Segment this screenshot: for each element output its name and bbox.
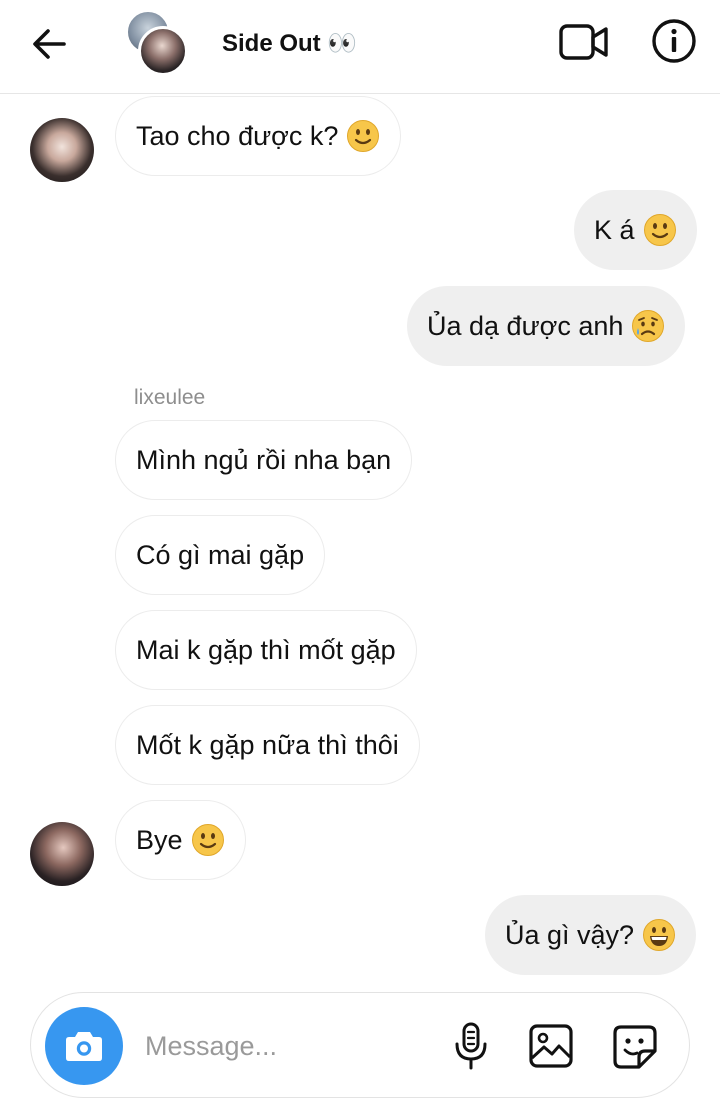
- sticker-icon: [613, 1025, 657, 1069]
- video-camera-icon: [559, 24, 608, 60]
- incoming-message[interactable]: Mốt k gặp nữa thì thôi: [115, 705, 420, 785]
- slightly-smiling-face-icon: [347, 120, 380, 152]
- outgoing-message[interactable]: Ủa dạ được anh: [407, 286, 686, 366]
- sticker-button[interactable]: [611, 1023, 659, 1071]
- gallery-button[interactable]: [528, 1023, 574, 1069]
- chat-title[interactable]: Side Out 👀: [222, 29, 357, 58]
- incoming-message[interactable]: Có gì mai gặp: [115, 515, 326, 595]
- sender-name: lixeulee: [134, 386, 206, 409]
- incoming-message[interactable]: Mình ngủ rồi nha bạn: [115, 420, 413, 500]
- message-text: Mình ngủ rồi nha bạn: [136, 444, 392, 475]
- arrow-left-icon: [33, 29, 66, 59]
- camera-button[interactable]: [45, 1007, 123, 1085]
- slightly-smiling-face-icon: [643, 214, 676, 246]
- group-avatar[interactable]: [124, 10, 190, 76]
- voice-message-button[interactable]: [449, 1021, 493, 1071]
- camera-icon: [66, 1032, 102, 1061]
- video-call-button[interactable]: [558, 20, 610, 64]
- message-text: K á: [594, 214, 635, 245]
- info-button[interactable]: [650, 17, 698, 65]
- message-text: Ủa gì vậy?: [505, 919, 635, 950]
- message-text: Ủa dạ được anh: [427, 310, 624, 341]
- member-avatar-front: [138, 26, 188, 76]
- sender-avatar[interactable]: [30, 118, 94, 182]
- message-input[interactable]: [145, 1023, 435, 1069]
- incoming-message[interactable]: Mai k gặp thì mốt gặp: [115, 610, 417, 690]
- incoming-message[interactable]: Tao cho được k?: [115, 96, 402, 176]
- outgoing-message[interactable]: Ủa gì vậy?: [485, 895, 697, 975]
- grinning-face-icon: [643, 919, 676, 951]
- message-text: Tao cho được k?: [136, 120, 339, 151]
- sad-but-relieved-face-icon: [632, 310, 665, 342]
- message-text: Mốt k gặp nữa thì thôi: [136, 729, 399, 760]
- chat-screen: Side Out 👀 Tao cho được k? K á Ủa dạ đượ…: [0, 0, 720, 1113]
- incoming-message[interactable]: Bye: [115, 800, 246, 880]
- message-text: Mai k gặp thì mốt gặp: [136, 634, 396, 665]
- info-icon: [652, 19, 696, 63]
- message-text: Có gì mai gặp: [136, 539, 305, 570]
- slightly-smiling-face-icon: [191, 824, 224, 856]
- image-icon: [529, 1024, 573, 1068]
- chat-header: Side Out 👀: [0, 0, 720, 94]
- microphone-icon: [455, 1022, 487, 1070]
- back-button[interactable]: [28, 22, 72, 66]
- outgoing-message[interactable]: K á: [574, 190, 697, 270]
- message-text: Bye: [136, 824, 183, 855]
- message-composer: [30, 992, 690, 1098]
- sender-avatar[interactable]: [30, 822, 94, 886]
